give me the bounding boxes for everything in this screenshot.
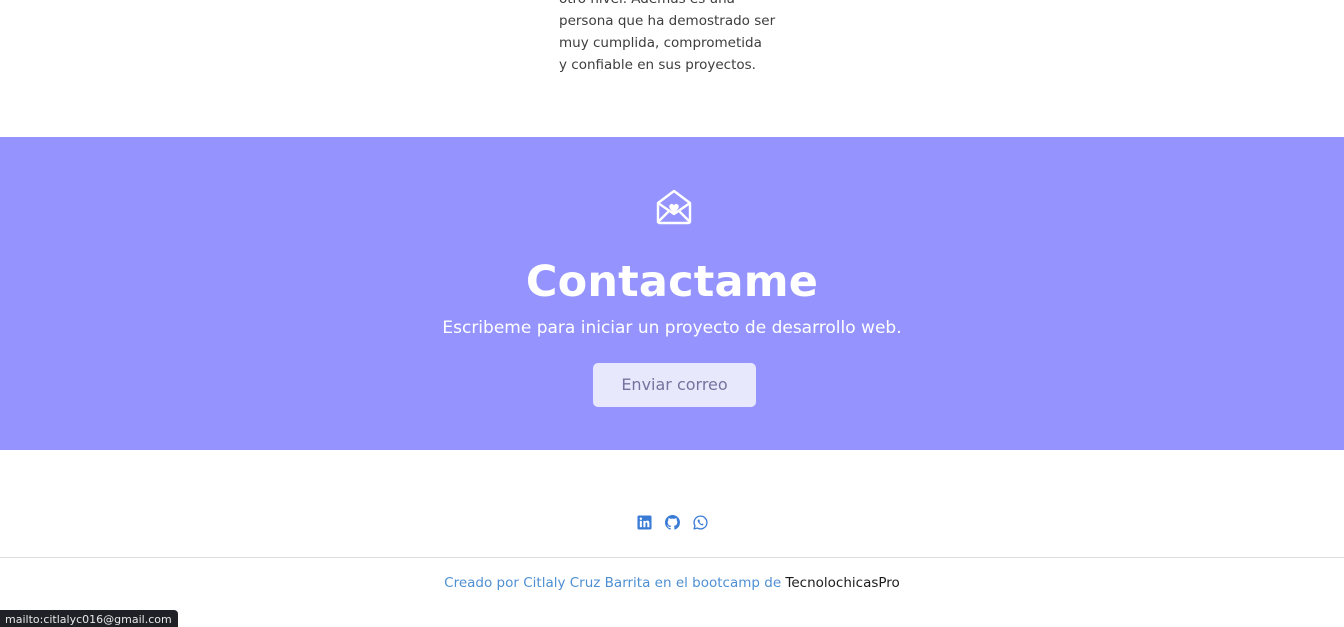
linkedin-icon (636, 515, 652, 530)
testimonial-line: y confiable en sus proyectos. (559, 57, 756, 73)
social-links (0, 515, 1344, 533)
page: otro nivel. Además es una persona que ha… (0, 0, 1344, 627)
contact-section: Contactame Escribeme para iniciar un pro… (0, 137, 1344, 450)
browser-status-bar: mailto:citlalyc016@gmail.com (0, 610, 178, 627)
bootcamp-link[interactable]: TecnolochicasPro (785, 575, 899, 591)
send-email-button[interactable]: Enviar correo (593, 363, 756, 407)
testimonial-line: muy cumplida, comprometida (559, 35, 762, 51)
testimonial-line: persona que ha demostrado ser (559, 13, 776, 29)
footer-divider (0, 557, 1344, 558)
contact-title: Contactame (525, 257, 819, 307)
footer-credit: Creado por Citlaly Cruz Barrita en el bo… (0, 574, 1344, 592)
github-icon (664, 515, 680, 530)
github-link[interactable] (664, 515, 680, 530)
whatsapp-icon (692, 515, 708, 530)
linkedin-link[interactable] (636, 515, 652, 530)
whatsapp-link[interactable] (692, 515, 708, 530)
credit-text: Creado por Citlaly Cruz Barrita en el bo… (444, 575, 786, 591)
envelope-heart-icon (656, 189, 692, 225)
testimonial-text: otro nivel. Además es una persona que ha… (559, 0, 799, 76)
contact-subtitle: Escribeme para iniciar un proyecto de de… (442, 318, 902, 338)
testimonial-line: otro nivel. Además es una (559, 0, 799, 10)
